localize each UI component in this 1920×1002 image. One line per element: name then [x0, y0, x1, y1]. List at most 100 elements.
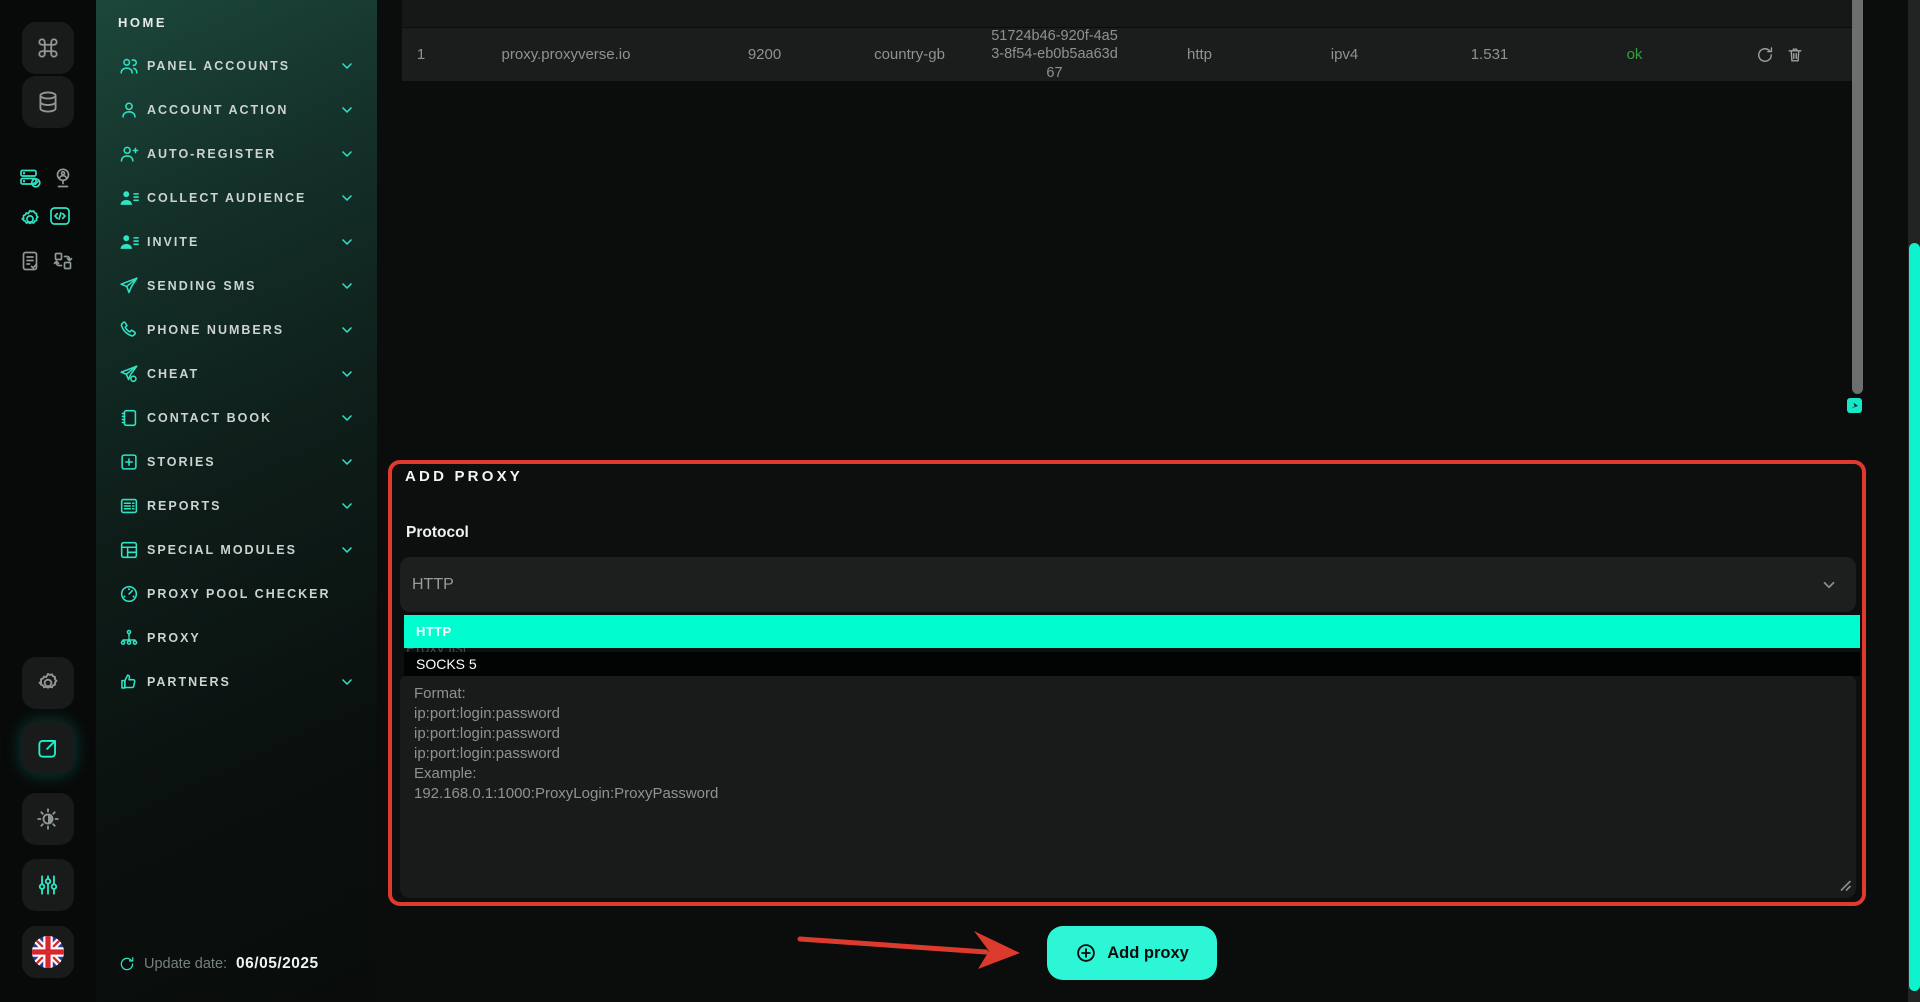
sidebar-item-label: PROXY POOL CHECKER: [147, 587, 331, 601]
sitemap-icon: [118, 627, 140, 649]
app-root: HOME PANEL ACCOUNTS ACCOUNT ACTION AUTO-REG…: [0, 0, 1920, 1002]
chevron-down-icon: [339, 542, 355, 558]
send-icon: [118, 275, 140, 297]
sidebar-item-contact-book[interactable]: CONTACT BOOK: [96, 396, 377, 440]
webcam-button[interactable]: [51, 166, 75, 190]
cell-protocol: http: [1127, 46, 1272, 63]
table-scrollbar-thumb[interactable]: [1852, 0, 1863, 394]
cell-index: 1: [402, 46, 440, 63]
sidebar-item-account-action[interactable]: ACCOUNT ACTION: [96, 88, 377, 132]
gauge-icon: [118, 583, 140, 605]
recheck-icon[interactable]: [1755, 45, 1775, 65]
resize-grip-icon[interactable]: [1836, 876, 1852, 892]
chevron-down-icon: [339, 58, 355, 74]
sidebar-item-label: SENDING SMS: [147, 279, 257, 293]
protocol-select-value: HTTP: [412, 576, 454, 594]
panel-title: ADD PROXY: [405, 468, 523, 485]
chevron-down-icon: [339, 278, 355, 294]
database-button[interactable]: [22, 76, 74, 128]
thumbs-up-icon: [118, 671, 140, 693]
add-proxy-panel: ADD PROXY Protocol HTTP Proxy list: [388, 460, 1866, 906]
sidebar-item-panel-accounts[interactable]: PANEL ACCOUNTS: [96, 44, 377, 88]
sidebar-item-phone-numbers[interactable]: PHONE NUMBERS: [96, 308, 377, 352]
annotation-arrow: [793, 923, 1025, 971]
sidebar-item-special-modules[interactable]: SPECIAL MODULES: [96, 528, 377, 572]
sidebar-item-proxy-pool-checker[interactable]: PROXY POOL CHECKER: [96, 572, 377, 616]
sidebar-item-proxy[interactable]: PROXY: [96, 616, 377, 660]
protocol-option-http[interactable]: HTTP: [404, 615, 1860, 648]
code-window-button[interactable]: [48, 204, 72, 228]
plus-square-icon: [118, 451, 140, 473]
chevron-down-icon: [1820, 576, 1838, 594]
trash-icon[interactable]: [1785, 45, 1805, 65]
chevron-down-icon: [339, 102, 355, 118]
icon-rail: [0, 0, 96, 1002]
page-scrollbar-thumb[interactable]: [1909, 243, 1920, 991]
mini-cursor-handle[interactable]: [1847, 398, 1862, 413]
sidebar-menu: HOME PANEL ACCOUNTS ACCOUNT ACTION AUTO-REG…: [96, 0, 377, 704]
chevron-down-icon: [339, 366, 355, 382]
chevron-down-icon: [339, 146, 355, 162]
users-icon: [118, 55, 140, 77]
proxy-table-row: 1 proxy.proxyverse.io 9200 country-gb 51…: [402, 28, 1852, 81]
user-icon: [118, 99, 140, 121]
sidebar-item-label: HOME: [118, 15, 167, 30]
sidebar-item-stories[interactable]: STORIES: [96, 440, 377, 484]
sidebar-item-reports[interactable]: REPORTS: [96, 484, 377, 528]
sidebar-item-cheat[interactable]: CHEAT: [96, 352, 377, 396]
sidebar-item-label: PANEL ACCOUNTS: [147, 59, 290, 73]
qr-swap-button[interactable]: [51, 249, 75, 273]
proxy-list-textarea[interactable]: [400, 674, 1856, 898]
protocol-option-socks-5[interactable]: SOCKS 5: [404, 652, 1860, 676]
protocol-select[interactable]: HTTP: [400, 557, 1856, 612]
language-flag-button[interactable]: [22, 926, 74, 978]
uk-flag-icon: [31, 935, 65, 969]
server-check-button[interactable]: [18, 166, 42, 190]
gear-card-button[interactable]: [22, 657, 74, 709]
status-badge: ok: [1562, 46, 1707, 63]
protocol-dropdown: HTTP SOCKS 5: [404, 615, 1860, 676]
sidebar-item-label: STORIES: [147, 455, 216, 469]
user-plus-icon: [118, 143, 140, 165]
command-button[interactable]: [22, 22, 74, 74]
sidebar-item-label: COLLECT AUDIENCE: [147, 191, 306, 205]
chevron-down-icon: [339, 498, 355, 514]
settings-gear-button[interactable]: [18, 207, 42, 231]
chevron-down-icon: [339, 322, 355, 338]
sliders-button[interactable]: [22, 859, 74, 911]
chevron-down-icon: [339, 234, 355, 250]
plus-circle-icon: [1075, 942, 1097, 964]
sidebar-item-sending-sms[interactable]: SENDING SMS: [96, 264, 377, 308]
cell-uuid: 51724b46-920f-4a53-8f54-eb0b5aa63d67: [982, 27, 1127, 83]
sidebar-item-label: CHEAT: [147, 367, 199, 381]
command-icon: [35, 35, 61, 61]
sidebar-item-invite[interactable]: INVITE: [96, 220, 377, 264]
sidebar-item-label: ACCOUNT ACTION: [147, 103, 288, 117]
sidebar-item-home[interactable]: HOME: [96, 0, 377, 44]
user-list-icon: [118, 231, 140, 253]
refresh-icon[interactable]: [118, 955, 136, 973]
cell-port: 9200: [692, 46, 837, 63]
chevron-down-icon: [339, 190, 355, 206]
sidebar-item-label: AUTO-REGISTER: [147, 147, 276, 161]
report-icon: [118, 495, 140, 517]
update-date-value: 06/05/2025: [236, 955, 319, 973]
gear-icon: [35, 670, 61, 696]
cell-ip-version: ipv4: [1272, 46, 1417, 63]
webcam-icon: [51, 166, 75, 190]
sidebar-item-partners[interactable]: PARTNERS: [96, 660, 377, 704]
sidebar: HOME PANEL ACCOUNTS ACCOUNT ACTION AUTO-REG…: [96, 0, 377, 1002]
add-proxy-button[interactable]: Add proxy: [1047, 926, 1217, 980]
gear-icon: [18, 207, 42, 231]
clipboard-button[interactable]: [18, 249, 42, 273]
sidebar-item-collect-audience[interactable]: COLLECT AUDIENCE: [96, 176, 377, 220]
sidebar-item-label: PHONE NUMBERS: [147, 323, 284, 337]
chevron-down-icon: [339, 674, 355, 690]
send-dot-icon: [118, 363, 140, 385]
book-icon: [118, 407, 140, 429]
external-link-button[interactable]: [22, 722, 74, 774]
brightness-button[interactable]: [22, 793, 74, 845]
sidebar-item-label: REPORTS: [147, 499, 221, 513]
main-content: 1 proxy.proxyverse.io 9200 country-gb 51…: [377, 0, 1920, 1002]
sidebar-item-auto-register[interactable]: AUTO-REGISTER: [96, 132, 377, 176]
